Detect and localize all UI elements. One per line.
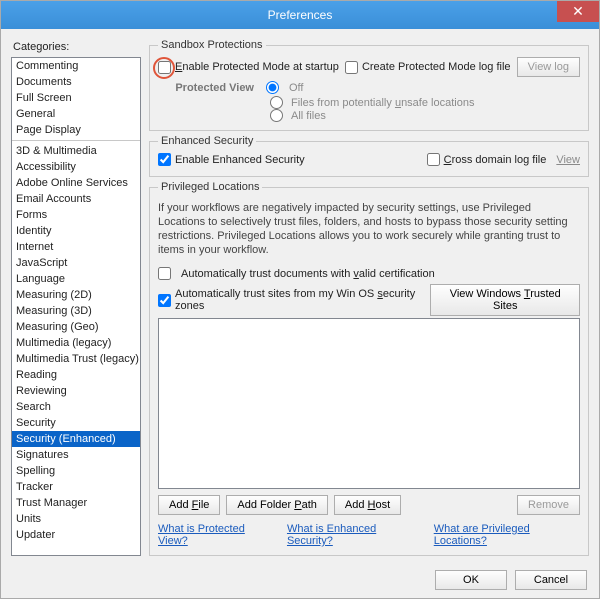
trust-valid-label: Automatically trust documents with valid… [181, 268, 435, 280]
cross-log-label: Cross domain log file [444, 154, 547, 166]
locations-listbox[interactable] [158, 318, 580, 489]
dialog-buttons: OK Cancel [1, 562, 599, 598]
sandbox-group: Sandbox Protections Enable Protected Mod… [149, 39, 589, 131]
category-item[interactable]: Reading [12, 367, 140, 383]
category-item[interactable]: Forms [12, 207, 140, 223]
close-icon: ✕ [572, 3, 584, 20]
category-item[interactable]: Search [12, 399, 140, 415]
protected-view-label: Protected View [158, 82, 254, 94]
category-item[interactable]: Full Screen [12, 90, 140, 106]
privileged-group: Privileged Locations If your workflows a… [149, 181, 589, 556]
close-button[interactable]: ✕ [557, 1, 599, 22]
categories-label: Categories: [13, 41, 141, 53]
cross-log-checkbox[interactable] [427, 153, 440, 166]
enhanced-legend: Enhanced Security [158, 135, 256, 147]
category-item[interactable]: Spelling [12, 463, 140, 479]
category-item[interactable]: Email Accounts [12, 191, 140, 207]
category-item[interactable]: Page Display [12, 122, 140, 138]
enhanced-group: Enhanced Security Enable Enhanced Securi… [149, 135, 589, 177]
category-item[interactable]: General [12, 106, 140, 122]
category-item[interactable]: Security (Enhanced) [12, 431, 140, 447]
category-item[interactable]: Documents [12, 74, 140, 90]
category-separator [12, 140, 140, 141]
category-item[interactable]: Measuring (2D) [12, 287, 140, 303]
trust-os-label: Automatically trust sites from my Win OS… [175, 288, 424, 312]
pv-off-radio[interactable] [266, 81, 279, 94]
titlebar: Preferences ✕ [1, 1, 599, 29]
category-item[interactable]: Reviewing [12, 383, 140, 399]
view-link[interactable]: View [556, 154, 580, 166]
enable-protected-checkbox[interactable] [158, 61, 171, 74]
pv-all-radio[interactable] [270, 109, 283, 122]
add-host-button[interactable]: Add Host [334, 495, 401, 515]
link-protected-view[interactable]: What is Protected View? [158, 523, 273, 547]
view-log-button[interactable]: View log [517, 57, 580, 77]
privileged-legend: Privileged Locations [158, 181, 262, 193]
trust-valid-checkbox[interactable] [158, 267, 171, 280]
enable-enhanced-checkbox[interactable] [158, 153, 171, 166]
category-item[interactable]: Measuring (3D) [12, 303, 140, 319]
pv-unsafe-label: Files from potentially unsafe locations [291, 97, 474, 109]
enable-enhanced-label: Enable Enhanced Security [175, 154, 305, 166]
view-trusted-button[interactable]: View Windows Trusted Sites [430, 284, 580, 316]
privileged-desc: If your workflows are negatively impacte… [158, 201, 580, 257]
enable-protected-label: Enable Protected Mode at startup [175, 61, 339, 73]
category-item[interactable]: Trust Manager [12, 495, 140, 511]
sandbox-legend: Sandbox Protections [158, 39, 266, 51]
remove-button[interactable]: Remove [517, 495, 580, 515]
category-item[interactable]: Language [12, 271, 140, 287]
category-item[interactable]: Security [12, 415, 140, 431]
category-item[interactable]: Identity [12, 223, 140, 239]
cancel-button[interactable]: Cancel [515, 570, 587, 590]
trust-os-checkbox[interactable] [158, 294, 171, 307]
create-log-label: Create Protected Mode log file [362, 61, 511, 73]
category-item[interactable]: JavaScript [12, 255, 140, 271]
category-item[interactable]: Multimedia (legacy) [12, 335, 140, 351]
category-item[interactable]: Measuring (Geo) [12, 319, 140, 335]
category-item[interactable]: Units [12, 511, 140, 527]
category-item[interactable]: Signatures [12, 447, 140, 463]
category-item[interactable]: Adobe Online Services [12, 175, 140, 191]
add-folder-button[interactable]: Add Folder Path [226, 495, 328, 515]
link-enhanced-security[interactable]: What is Enhanced Security? [287, 523, 420, 547]
category-item[interactable]: Commenting [12, 58, 140, 74]
link-privileged-locations[interactable]: What are Privileged Locations? [434, 523, 580, 547]
create-log-checkbox[interactable] [345, 61, 358, 74]
categories-listbox[interactable]: CommentingDocumentsFull ScreenGeneralPag… [11, 57, 141, 556]
category-item[interactable]: Internet [12, 239, 140, 255]
category-item[interactable]: Accessibility [12, 159, 140, 175]
category-item[interactable]: Updater [12, 527, 140, 543]
category-item[interactable]: 3D & Multimedia [12, 143, 140, 159]
window-title: Preferences [1, 8, 599, 22]
pv-all-label: All files [291, 110, 326, 122]
ok-button[interactable]: OK [435, 570, 507, 590]
category-item[interactable]: Tracker [12, 479, 140, 495]
category-item[interactable]: Multimedia Trust (legacy) [12, 351, 140, 367]
pv-unsafe-radio[interactable] [270, 96, 283, 109]
pv-off-label: Off [289, 82, 303, 94]
add-file-button[interactable]: Add File [158, 495, 220, 515]
